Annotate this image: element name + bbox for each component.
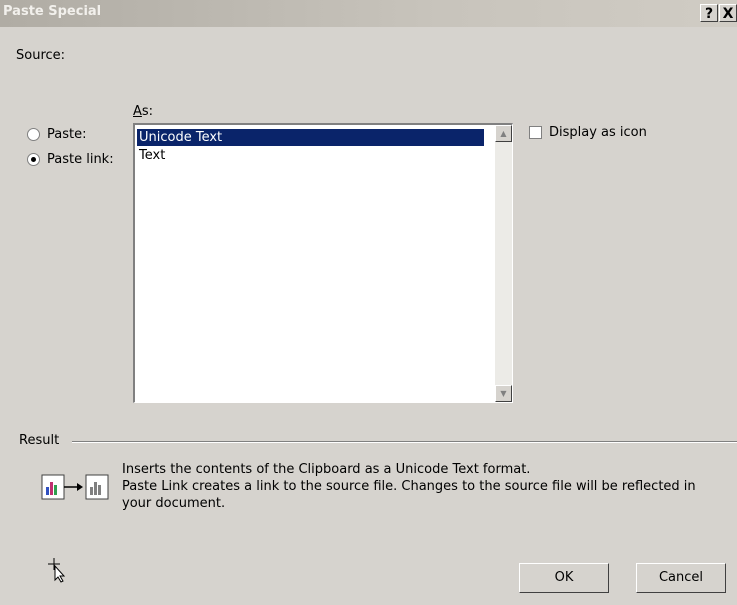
result-line-1: Inserts the contents of the Clipboard as… (122, 462, 531, 477)
list-item-unicode-text[interactable]: Unicode Text (137, 129, 484, 146)
title-bar: Paste Special ? X (0, 0, 737, 27)
as-format-listbox[interactable]: Unicode Text Text ▲ ▼ (133, 123, 513, 403)
close-button[interactable]: X (719, 4, 737, 22)
result-line-3: your document. (122, 496, 226, 511)
result-line-2: Paste Link creates a link to the source … (122, 479, 696, 494)
list-item-text[interactable]: Text (137, 147, 484, 164)
window-title: Paste Special (3, 4, 102, 19)
scroll-up-arrow-icon[interactable]: ▲ (495, 125, 512, 142)
cancel-button[interactable]: Cancel (636, 563, 726, 593)
move-cursor-icon (48, 558, 66, 583)
as-label: As: (133, 104, 153, 119)
display-as-icon-checkbox[interactable] (529, 126, 542, 139)
paste-link-radio-label[interactable]: Paste link: (47, 152, 114, 167)
source-label: Source: (16, 48, 66, 63)
result-group-label: Result (19, 433, 60, 448)
as-label-text: s: (141, 104, 154, 119)
help-button[interactable]: ? (700, 4, 718, 22)
paste-radio[interactable] (27, 128, 40, 141)
paste-radio-label[interactable]: Paste: (47, 127, 86, 142)
result-description: Inserts the contents of the Clipboard as… (122, 461, 722, 512)
listbox-scrollbar[interactable]: ▲ ▼ (495, 125, 512, 402)
paste-link-radio[interactable] (27, 153, 40, 166)
result-group-divider (72, 441, 737, 443)
radio-selected-dot (31, 157, 36, 162)
display-as-icon-label[interactable]: Display as icon (549, 125, 647, 140)
ok-button[interactable]: OK (519, 563, 609, 593)
paste-link-result-icon (41, 474, 109, 500)
scroll-down-arrow-icon[interactable]: ▼ (495, 385, 512, 402)
as-label-accel: A (133, 104, 142, 119)
